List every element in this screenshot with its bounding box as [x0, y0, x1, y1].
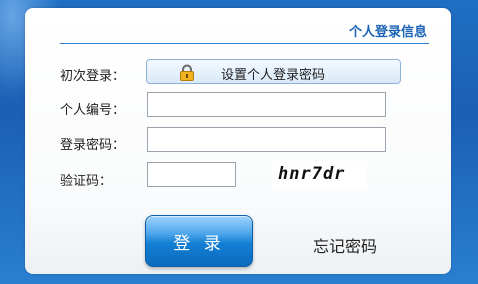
login-panel: 个人登录信息 初次登录： 设置个人登录密码 个人编号： 登录密码： 验证码： h… — [25, 8, 451, 274]
captcha-label: 验证码： — [60, 174, 113, 189]
set-password-button[interactable]: 设置个人登录密码 — [146, 59, 401, 84]
password-input[interactable] — [147, 127, 386, 152]
panel-title: 个人登录信息 — [348, 25, 427, 40]
first-login-label: 初次登录： — [60, 69, 126, 84]
forgot-password-link[interactable]: 忘记密码 — [313, 233, 377, 257]
login-button[interactable]: 登 录 — [145, 215, 253, 267]
lock-icon — [180, 64, 194, 81]
captcha-image[interactable]: hnr7dr — [272, 161, 367, 189]
password-label: 登录密码： — [60, 138, 126, 153]
captcha-input[interactable] — [147, 162, 236, 187]
personal-id-label: 个人编号： — [60, 103, 126, 118]
set-password-label: 设置个人登录密码 — [221, 68, 326, 83]
personal-id-input[interactable] — [147, 92, 386, 117]
captcha-text: hnr7dr — [278, 164, 346, 184]
header-divider — [60, 43, 429, 44]
